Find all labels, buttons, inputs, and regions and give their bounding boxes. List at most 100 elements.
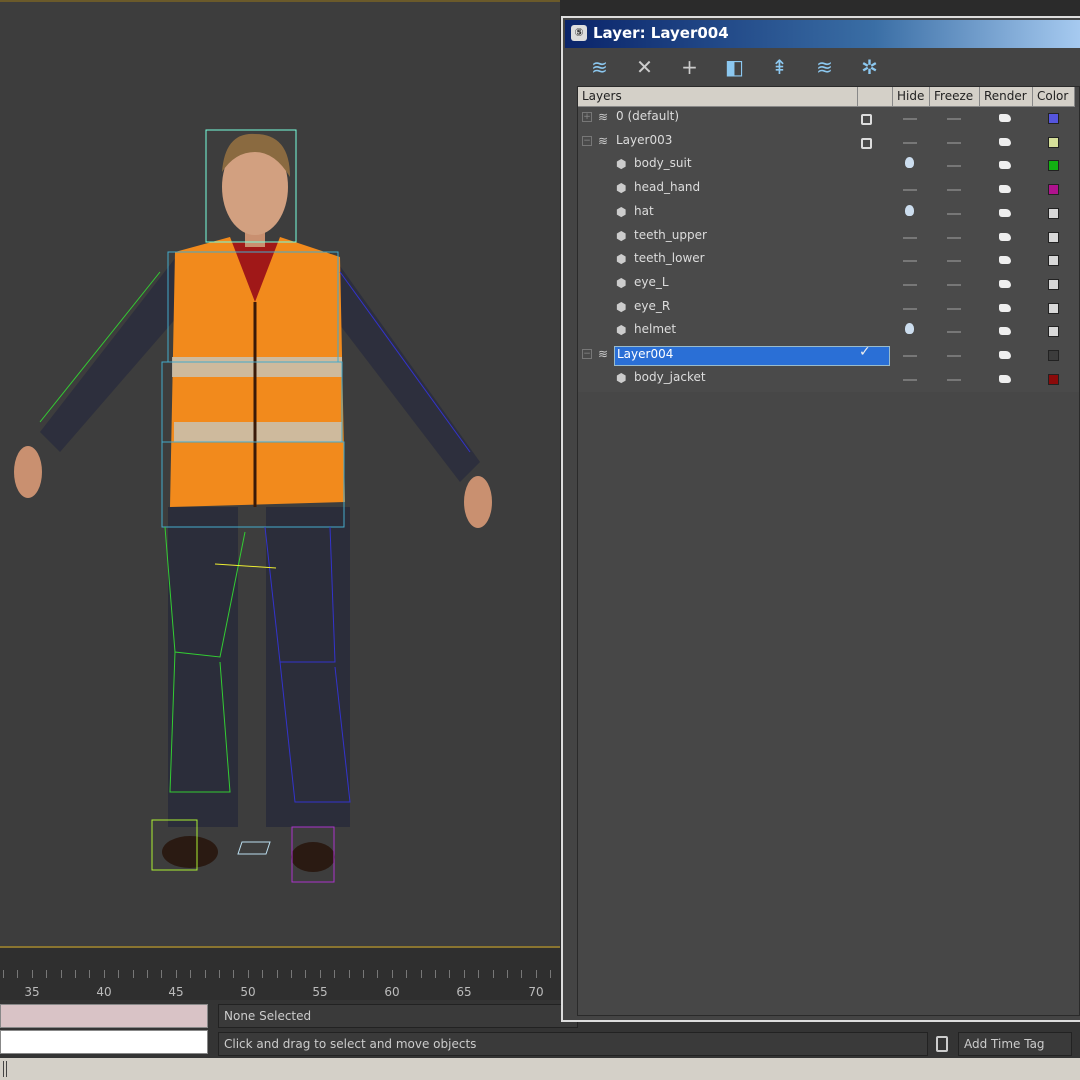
time-tag-lock-icon[interactable] bbox=[936, 1036, 948, 1052]
highlight-selected-button[interactable]: ⇞ bbox=[757, 52, 802, 82]
hidden-bulb-icon[interactable] bbox=[905, 157, 914, 169]
row-name[interactable]: helmet bbox=[632, 322, 678, 342]
add-time-tag-button[interactable]: Add Time Tag bbox=[958, 1032, 1072, 1056]
freeze-toggle[interactable] bbox=[947, 260, 961, 263]
object-row[interactable]: ⬢ head_hand bbox=[578, 178, 1079, 201]
object-row[interactable]: ⬢ hat bbox=[578, 202, 1079, 225]
color-swatch[interactable] bbox=[1048, 302, 1059, 314]
hide-toggle[interactable] bbox=[903, 260, 917, 263]
render-teapot-icon[interactable] bbox=[999, 137, 1011, 146]
hide-toggle[interactable] bbox=[903, 236, 917, 239]
row-name[interactable]: teeth_upper bbox=[632, 228, 709, 248]
hide-toggle[interactable] bbox=[903, 355, 917, 357]
freeze-toggle[interactable] bbox=[947, 331, 961, 334]
row-name[interactable]: Layer003 bbox=[614, 133, 674, 153]
hide-all-button[interactable]: ≋ bbox=[802, 52, 847, 82]
color-swatch[interactable] bbox=[1048, 207, 1059, 219]
hide-toggle[interactable] bbox=[903, 307, 917, 310]
row-name[interactable]: head_hand bbox=[632, 180, 702, 200]
row-name[interactable]: body_jacket bbox=[632, 370, 708, 390]
render-teapot-icon[interactable] bbox=[999, 303, 1011, 312]
layer-row[interactable]: − ≋ Layer003 bbox=[578, 131, 1079, 154]
row-name[interactable]: eye_R bbox=[632, 299, 672, 319]
hidden-bulb-icon[interactable] bbox=[905, 204, 914, 216]
layer-row[interactable]: − ≋ Layer004 ✓ bbox=[578, 344, 1079, 367]
object-row[interactable]: ⬢ body_suit bbox=[578, 154, 1079, 177]
render-teapot-icon[interactable] bbox=[999, 374, 1011, 383]
hidden-bulb-icon[interactable] bbox=[905, 323, 914, 335]
column-render[interactable]: Render bbox=[980, 87, 1033, 107]
hide-toggle[interactable] bbox=[903, 141, 917, 144]
color-swatch[interactable] bbox=[1048, 184, 1059, 196]
render-teapot-icon[interactable] bbox=[999, 114, 1011, 122]
object-row[interactable]: ⬢ teeth_lower bbox=[578, 249, 1079, 272]
freeze-toggle[interactable] bbox=[947, 189, 961, 192]
render-teapot-icon[interactable] bbox=[999, 351, 1011, 359]
layer-list: Layers Hide Freeze Render Color + ≋ 0 (def… bbox=[577, 86, 1080, 1016]
ruler-label: 65 bbox=[456, 985, 472, 999]
color-swatch[interactable] bbox=[1048, 231, 1059, 243]
time-ruler[interactable]: 35 40 45 50 55 60 65 70 bbox=[0, 948, 560, 1000]
expand-toggle[interactable]: − bbox=[582, 349, 592, 359]
column-current[interactable] bbox=[858, 87, 893, 107]
hide-toggle[interactable] bbox=[903, 378, 917, 381]
expand-toggle[interactable]: − bbox=[582, 135, 592, 146]
row-name[interactable]: hat bbox=[632, 204, 656, 224]
expand-toggle[interactable]: + bbox=[582, 112, 592, 122]
hide-toggle[interactable] bbox=[903, 189, 917, 192]
render-teapot-icon[interactable] bbox=[999, 185, 1011, 194]
color-swatch[interactable] bbox=[1048, 136, 1059, 148]
freeze-toggle[interactable] bbox=[947, 236, 961, 239]
create-layer-button[interactable]: ≋ bbox=[577, 52, 622, 82]
color-swatch[interactable] bbox=[1048, 255, 1059, 267]
color-swatch[interactable] bbox=[1048, 160, 1059, 172]
object-row[interactable]: ⬢ helmet bbox=[578, 320, 1079, 343]
object-row[interactable]: ⬢ teeth_upper bbox=[578, 226, 1079, 249]
color-swatch[interactable] bbox=[1048, 113, 1059, 124]
maxscript-listener-output[interactable] bbox=[0, 1004, 208, 1028]
maxscript-listener-input[interactable] bbox=[0, 1030, 208, 1054]
column-hide[interactable]: Hide bbox=[893, 87, 930, 107]
hide-toggle[interactable] bbox=[903, 118, 917, 120]
object-row[interactable]: ⬢ eye_R bbox=[578, 297, 1079, 320]
color-swatch[interactable] bbox=[1048, 373, 1059, 385]
delete-button[interactable]: ✕ bbox=[622, 52, 667, 82]
freeze-toggle[interactable] bbox=[947, 118, 961, 120]
column-freeze[interactable]: Freeze bbox=[930, 87, 980, 107]
freeze-all-button[interactable]: ✲ bbox=[847, 52, 892, 82]
freeze-toggle[interactable] bbox=[947, 141, 961, 144]
render-teapot-icon[interactable] bbox=[999, 256, 1011, 265]
hide-toggle[interactable] bbox=[903, 283, 917, 286]
object-row[interactable]: ⬢ eye_L bbox=[578, 273, 1079, 296]
current-layer-check-icon[interactable]: ✓ bbox=[859, 344, 871, 360]
set-current-checkbox[interactable] bbox=[861, 137, 872, 149]
row-name[interactable]: eye_L bbox=[632, 275, 671, 295]
color-swatch[interactable] bbox=[1048, 350, 1059, 361]
render-teapot-icon[interactable] bbox=[999, 208, 1011, 217]
freeze-toggle[interactable] bbox=[947, 283, 961, 286]
color-swatch[interactable] bbox=[1048, 278, 1059, 290]
render-teapot-icon[interactable] bbox=[999, 232, 1011, 241]
column-layers[interactable]: Layers bbox=[578, 87, 858, 107]
freeze-toggle[interactable] bbox=[947, 355, 961, 357]
row-name[interactable]: teeth_lower bbox=[632, 251, 707, 271]
freeze-toggle[interactable] bbox=[947, 307, 961, 310]
color-swatch[interactable] bbox=[1048, 326, 1059, 338]
render-teapot-icon[interactable] bbox=[999, 327, 1011, 336]
freeze-toggle[interactable] bbox=[947, 212, 961, 215]
render-teapot-icon[interactable] bbox=[999, 161, 1011, 170]
select-objects-button[interactable]: ◧ bbox=[712, 52, 757, 82]
freeze-toggle[interactable] bbox=[947, 378, 961, 381]
render-teapot-icon[interactable] bbox=[999, 279, 1011, 288]
object-row[interactable]: ⬢ body_jacket bbox=[578, 368, 1079, 391]
freeze-toggle[interactable] bbox=[947, 165, 961, 168]
add-button[interactable]: + bbox=[667, 52, 712, 82]
row-name[interactable]: body_suit bbox=[632, 156, 694, 176]
set-current-checkbox[interactable] bbox=[861, 114, 872, 125]
row-name[interactable]: Layer004 bbox=[614, 346, 890, 366]
column-color[interactable]: Color bbox=[1033, 87, 1075, 107]
layer-row[interactable]: + ≋ 0 (default) bbox=[578, 107, 1079, 130]
row-name[interactable]: 0 (default) bbox=[614, 109, 681, 129]
window-title-bar[interactable]: ⑤ Layer: Layer004 bbox=[565, 20, 1080, 48]
viewport[interactable] bbox=[0, 0, 560, 948]
